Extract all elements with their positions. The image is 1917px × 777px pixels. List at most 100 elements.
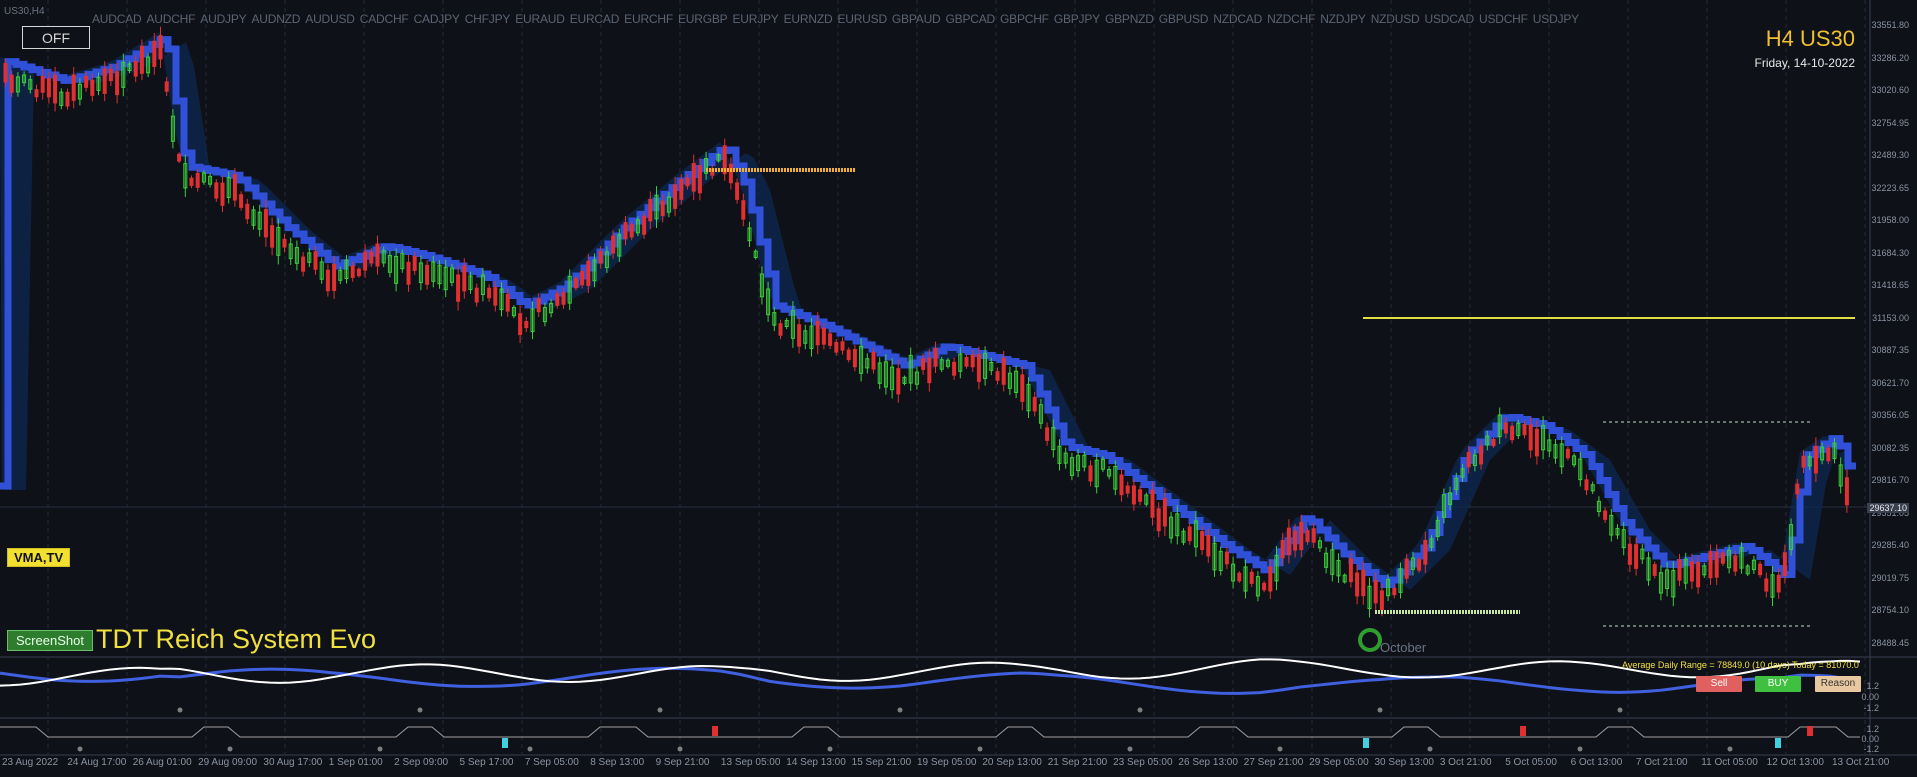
time-tick: 7 Sep 05:00: [524, 757, 579, 768]
indicator2-signal-up: [502, 738, 508, 748]
candle-body: [629, 224, 634, 238]
pair-gbpcad[interactable]: GBPCAD: [946, 12, 996, 26]
candle-body: [1305, 530, 1310, 543]
time-tick: 14 Sep 13:00: [786, 757, 846, 768]
candle-body: [356, 268, 361, 277]
candle-body: [933, 347, 938, 367]
time-tick: 5 Sep 17:00: [459, 757, 514, 768]
price-tick: 33286.20: [1871, 52, 1909, 63]
pair-eurusd[interactable]: EURUSD: [837, 12, 887, 26]
candle-body: [964, 356, 969, 367]
pair-eurjpy[interactable]: EURJPY: [732, 12, 778, 26]
month-label: October: [1380, 640, 1427, 655]
price-tick: 32754.95: [1871, 117, 1909, 128]
system-title: TDT Reich System Evo: [96, 624, 377, 654]
candle-body: [580, 271, 585, 286]
pair-gbpnzd[interactable]: GBPNZD: [1105, 12, 1154, 26]
candle-body: [1249, 571, 1254, 584]
candle-body: [1603, 510, 1608, 520]
candle-body: [375, 243, 380, 267]
indicator2-signal-up: [1775, 738, 1781, 748]
time-tick: 24 Aug 17:00: [67, 757, 127, 768]
candle-body: [1206, 535, 1211, 557]
pair-eurchf[interactable]: EURCHF: [624, 12, 673, 26]
off-button[interactable]: OFF: [22, 26, 90, 49]
pair-usdcad[interactable]: USDCAD: [1425, 12, 1475, 26]
pair-eurcad[interactable]: EURCAD: [570, 12, 620, 26]
pair-gbpjpy[interactable]: GBPJPY: [1054, 12, 1100, 26]
candle-body: [189, 177, 194, 186]
candle-body: [685, 177, 690, 187]
candle-body: [555, 293, 560, 306]
pair-gbpusd[interactable]: GBPUSD: [1159, 12, 1209, 26]
price-tick: 31153.00: [1872, 312, 1909, 323]
price-tick: 30621.70: [1871, 377, 1909, 388]
candle-body: [834, 341, 839, 353]
candle-body: [1379, 590, 1384, 611]
pair-chfjpy[interactable]: CHFJPY: [465, 12, 511, 26]
candle-body: [1361, 569, 1366, 597]
candle-body: [133, 60, 138, 77]
indicator1-dot: [177, 707, 183, 713]
indicator1-dot: [1137, 707, 1143, 713]
time-tick: 23 Aug 2022: [2, 757, 59, 768]
pair-usdchf[interactable]: USDCHF: [1479, 12, 1528, 26]
candle-body: [350, 265, 355, 278]
price-tick: 33020.60: [1871, 85, 1909, 95]
candle-body: [363, 251, 368, 271]
indicator2-level-top: 1.2: [1866, 724, 1879, 734]
candle-body: [9, 74, 14, 93]
indicator2-dot: [1727, 746, 1733, 752]
candle-body: [995, 371, 1000, 381]
indicator2-signal-down: [1807, 726, 1813, 736]
candle-body: [301, 256, 306, 272]
candle-body: [1355, 572, 1360, 597]
price-tick: 32223.65: [1871, 182, 1909, 193]
candle-body: [1696, 561, 1701, 588]
pair-eurnzd[interactable]: EURNZD: [784, 12, 833, 26]
indicator2-dot: [227, 746, 233, 752]
price-tick: 30082.35: [1871, 442, 1909, 453]
candle-body: [1634, 544, 1639, 569]
candle-body: [1758, 563, 1763, 576]
pair-nzdjpy[interactable]: NZDJPY: [1320, 12, 1366, 26]
pair-cadchf[interactable]: CADCHF: [360, 12, 409, 26]
pair-euraud[interactable]: EURAUD: [515, 12, 565, 26]
time-tick: 30 Aug 17:00: [263, 757, 323, 768]
pair-gbpchf[interactable]: GBPCHF: [1000, 12, 1049, 26]
pair-audnzd[interactable]: AUDNZD: [251, 12, 300, 26]
candle-body: [1466, 451, 1471, 468]
vma-band: [0, 32, 1850, 590]
pair-nzdusd[interactable]: NZDUSD: [1371, 12, 1420, 26]
screenshot-button[interactable]: ScreenShot: [7, 630, 93, 651]
indicator1-line-blue: [0, 666, 1861, 695]
pair-audchf[interactable]: AUDCHF: [146, 12, 195, 26]
pair-eurgbp[interactable]: EURGBP: [678, 12, 728, 26]
candle-body: [1001, 357, 1006, 385]
pair-usdjpy[interactable]: USDJPY: [1533, 12, 1579, 26]
time-tick: 8 Sep 13:00: [590, 757, 645, 768]
pair-gbpaud[interactable]: GBPAUD: [892, 12, 941, 26]
candle-body: [425, 264, 430, 285]
pair-cadjpy[interactable]: CADJPY: [414, 12, 460, 26]
candle-body: [1299, 521, 1304, 551]
candle-body: [90, 79, 95, 96]
candle-body: [896, 368, 901, 395]
candle-body: [1088, 465, 1093, 482]
pair-nzdchf[interactable]: NZDCHF: [1267, 12, 1315, 26]
time-tick: 15 Sep 21:00: [851, 757, 912, 768]
candle-body: [1280, 539, 1285, 559]
sell-button[interactable]: Sell: [1696, 676, 1742, 692]
buy-button[interactable]: BUY: [1755, 676, 1801, 692]
reason-button[interactable]: Reason: [1815, 676, 1861, 692]
candle-body: [1119, 474, 1124, 496]
candle-body: [462, 265, 467, 292]
candle-body: [1373, 580, 1378, 604]
vma-tv-label[interactable]: VMA,TV: [7, 548, 71, 567]
pair-nzdcad[interactable]: NZDCAD: [1213, 12, 1262, 26]
pair-audjpy[interactable]: AUDJPY: [200, 12, 246, 26]
pair-audusd[interactable]: AUDUSD: [305, 12, 355, 26]
candle-body: [1826, 447, 1831, 462]
candle-body: [325, 269, 330, 292]
pair-audcad[interactable]: AUDCAD: [92, 12, 142, 26]
